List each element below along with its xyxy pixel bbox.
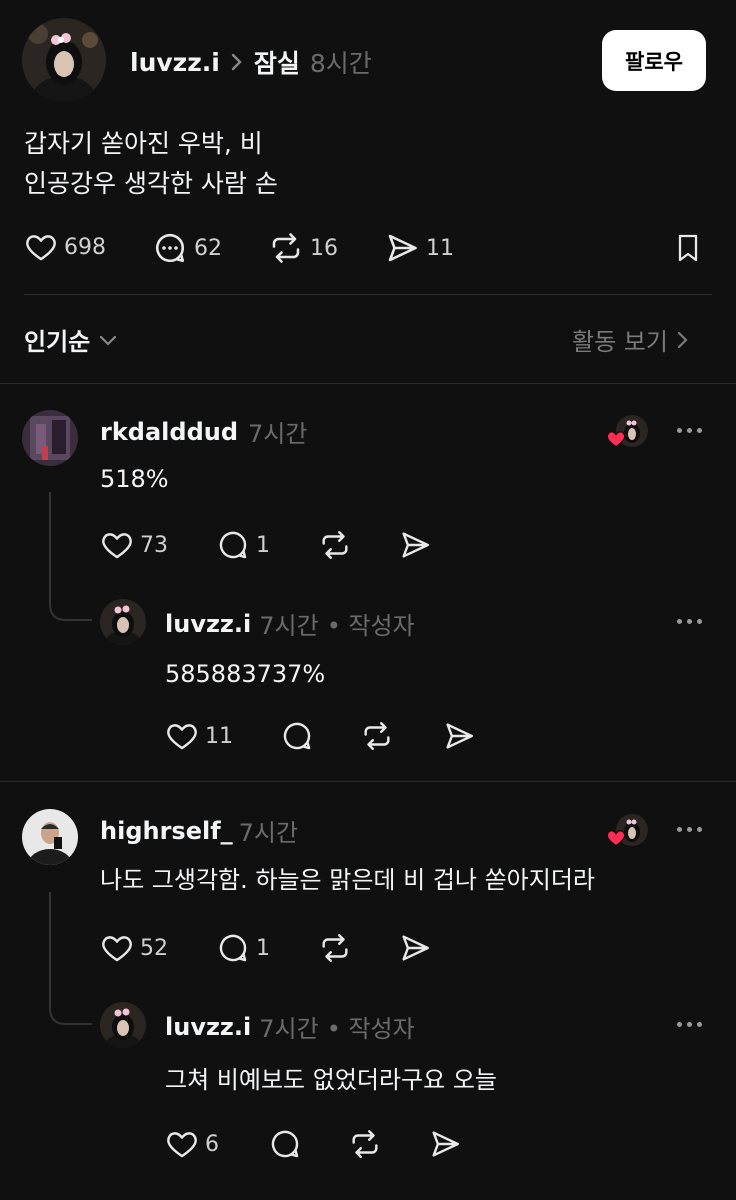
thread-curve [49,592,92,621]
reply-time: 7시간 [259,1015,319,1043]
share-button[interactable] [428,1127,462,1161]
post-text-line: 갑자기 쏟아진 우박, 비 [24,129,263,158]
chevron-right-icon [677,331,688,348]
repost-button[interactable]: 16 [268,230,338,266]
reply-avatar[interactable] [100,1002,146,1048]
sort-dropdown[interactable]: 인기순 [24,322,118,357]
reply-button[interactable]: 1 [216,931,270,965]
reply-bubble-icon [271,1130,299,1158]
sort-label: 인기순 [24,328,91,356]
repost-icon [272,233,300,263]
divider [0,781,736,782]
follow-button[interactable]: 팔로우 [602,30,706,91]
commenter-name[interactable]: rkdalddud [100,418,238,446]
repost-button[interactable] [318,528,352,562]
send-icon [388,234,417,262]
repost-icon [364,722,390,750]
reply-button[interactable]: 1 [216,528,270,562]
repost-icon [352,1130,378,1158]
chevron-right-icon [231,53,242,71]
share-button[interactable] [398,931,432,965]
repost-icon [322,531,348,559]
like-button[interactable]: 11 [165,719,233,753]
activity-label: 활동 보기 [572,328,668,356]
share-button[interactable] [398,528,432,562]
share-count: 11 [426,235,454,261]
divider [24,294,712,295]
heart-icon [26,235,56,261]
comment-text: 나도 그생각함. 하늘은 맑은데 비 겁나 쏟아지더라 [100,866,596,894]
heart-filled-icon [606,830,626,847]
activity-link[interactable]: 활동 보기 [572,322,688,357]
divider [0,383,736,384]
more-options-button[interactable] [677,619,702,624]
author-tag: • 작성자 [326,612,415,640]
thread-line [49,492,51,598]
heart-icon [167,1132,197,1158]
thread-line [49,892,51,1002]
comment-button[interactable]: 62 [152,230,222,266]
post-location[interactable]: 잠실 [254,44,300,80]
more-options-button[interactable] [677,428,702,433]
more-options-button[interactable] [677,1022,702,1027]
bookmark-button[interactable] [672,231,704,265]
chevron-down-icon [100,335,117,346]
share-button[interactable] [442,719,476,753]
reply-count: 1 [256,532,270,558]
like-button[interactable]: 73 [100,528,168,562]
comment-bubble-icon [156,234,185,263]
reply-text: 585883737% [165,660,326,688]
author-tag: • 작성자 [326,1015,415,1043]
commenter-name[interactable]: highrself_ [100,817,233,845]
repost-button[interactable] [360,719,394,753]
reply-button[interactable] [268,1127,302,1161]
commenter-avatar[interactable] [22,410,78,466]
more-options-button[interactable] [677,827,702,832]
repost-count: 16 [310,235,338,261]
repost-button[interactable] [318,931,352,965]
reply-button[interactable] [280,719,314,753]
commenter-avatar[interactable] [22,809,78,865]
like-button[interactable]: 6 [165,1127,219,1161]
post-author-name[interactable]: luvzz.i [130,48,220,77]
author-liked-badge [606,814,648,847]
comment-time: 7시간 [248,420,308,448]
reply-avatar[interactable] [100,599,146,645]
like-button[interactable]: 698 [24,230,106,264]
heart-filled-icon [606,431,626,448]
like-button[interactable]: 52 [100,931,168,965]
author-liked-badge [606,415,648,448]
comment-text: 518% [100,465,169,493]
like-count: 698 [64,234,106,260]
heart-icon [102,533,132,559]
post-text-line: 인공강우 생각한 사람 손 [24,169,278,198]
reply-time: 7시간 [259,612,319,640]
heart-icon [167,724,197,750]
author-avatar[interactable] [22,18,106,102]
reply-author-name[interactable]: luvzz.i [165,1013,251,1041]
like-count: 73 [140,532,168,558]
send-icon [432,1131,459,1157]
post-time: 8시간 [309,49,372,78]
comment-time: 7시간 [238,819,299,847]
heart-icon [102,936,132,962]
like-count: 6 [205,1131,219,1157]
reply-bubble-icon [283,722,311,750]
send-icon [402,935,429,961]
send-icon [446,723,473,749]
reply-author-name[interactable]: luvzz.i [165,610,251,638]
like-count: 11 [205,723,233,749]
comment-count: 62 [194,235,222,261]
repost-icon [322,934,348,962]
thread-curve [49,996,92,1025]
share-button[interactable]: 11 [384,230,454,266]
reply-text: 그쳐 비예보도 없었더라구요 오늘 [165,1066,498,1094]
send-icon [402,532,429,558]
reply-bubble-icon [219,531,247,559]
repost-button[interactable] [348,1127,382,1161]
reply-count: 1 [256,935,270,961]
reply-bubble-icon [219,934,247,962]
like-count: 52 [140,935,168,961]
bookmark-icon [678,234,698,262]
